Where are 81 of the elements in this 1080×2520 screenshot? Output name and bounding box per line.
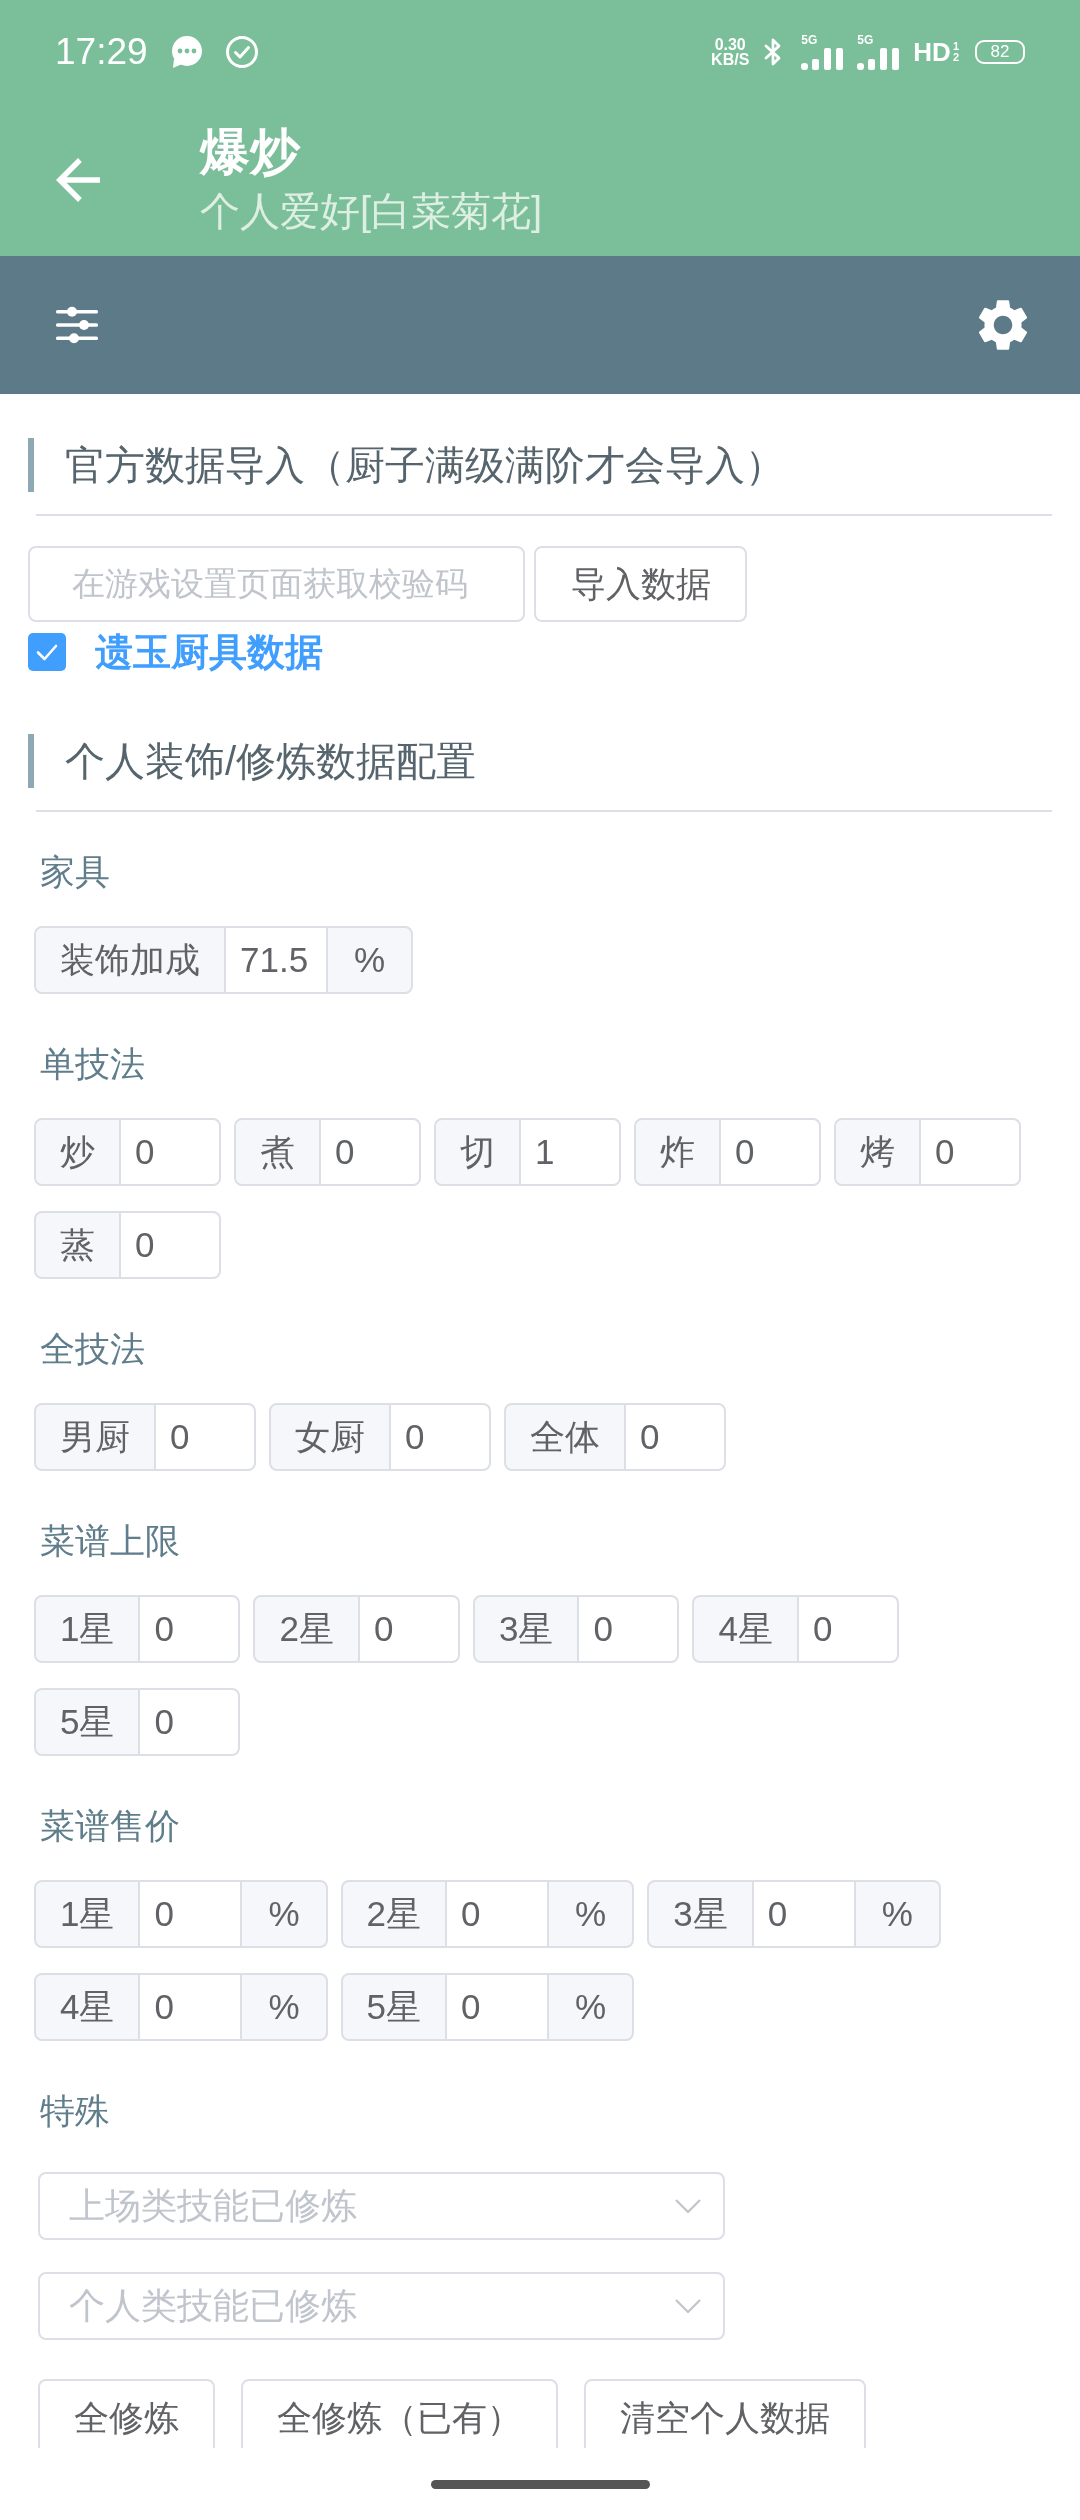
number-input[interactable]: 0 <box>921 1118 1021 1186</box>
action-button[interactable]: 全修炼 <box>38 2379 215 2448</box>
unit-label: % <box>853 1880 941 1948</box>
number-input[interactable]: 0 <box>753 1880 854 1948</box>
field-prefix-label: 1星 <box>34 1880 141 1948</box>
field-prefix-label: 5星 <box>340 1973 448 2041</box>
status-time: 17:29 <box>55 30 148 74</box>
field-prefix-label: 2星 <box>253 1595 360 1663</box>
section-heading: 个人装饰/修炼数据配置 <box>28 734 1052 788</box>
unit-label: % <box>326 926 414 994</box>
signal-icon <box>857 48 900 70</box>
group-label: 菜谱售价 <box>40 1805 180 1847</box>
sim-slot-label: 1 <box>952 41 959 52</box>
field-prefix-label: 全体 <box>504 1403 626 1471</box>
number-input[interactable]: 71.5 <box>226 926 326 994</box>
network-type-label: 5G <box>801 34 818 46</box>
field-prefix-label: 炒 <box>34 1118 121 1186</box>
field-prefix-label: 3星 <box>472 1595 580 1663</box>
group-label: 菜谱上限 <box>40 1520 180 1562</box>
number-input[interactable]: 0 <box>140 1688 241 1756</box>
action-button[interactable]: 全修炼（已有） <box>241 2379 558 2448</box>
group-label: 特殊 <box>40 2090 110 2132</box>
field-prefix-label: 2星 <box>340 1880 448 1948</box>
field-prefix-label: 切 <box>434 1118 521 1186</box>
field-prefix-label: 煮 <box>234 1118 321 1186</box>
action-button[interactable]: 清空个人数据 <box>584 2379 866 2448</box>
field-prefix-label: 蒸 <box>34 1211 121 1279</box>
number-input[interactable]: 0 <box>321 1118 421 1186</box>
number-input[interactable]: 0 <box>447 1880 548 1948</box>
checkbox[interactable] <box>28 633 66 671</box>
field-prefix-label: 4星 <box>34 1973 141 2041</box>
back-icon[interactable] <box>56 158 100 202</box>
number-input[interactable]: 0 <box>121 1211 221 1279</box>
field-prefix-label: 5星 <box>34 1688 141 1756</box>
unit-label: % <box>240 1880 328 1948</box>
page-subtitle: 个人爱好[白菜菊花] <box>200 188 543 235</box>
number-input[interactable]: 1 <box>521 1118 621 1186</box>
section-heading: 官方数据导入（厨子满级满阶才会导入） <box>28 438 1052 492</box>
group-label: 家具 <box>40 851 110 893</box>
number-input[interactable]: 0 <box>798 1595 899 1663</box>
unit-label: % <box>547 1973 635 2041</box>
chevron-down-icon <box>675 2299 701 2313</box>
battery-indicator: 82 <box>975 40 1025 64</box>
network-type-label: 5G <box>857 34 874 46</box>
check-circle-icon <box>224 35 259 69</box>
sliders-icon[interactable] <box>56 305 98 345</box>
field-prefix-label: 1星 <box>34 1595 141 1663</box>
number-input[interactable]: 0 <box>447 1973 548 2041</box>
field-prefix-label: 炸 <box>634 1118 721 1186</box>
field-prefix-label: 4星 <box>692 1595 799 1663</box>
number-input[interactable]: 0 <box>121 1118 221 1186</box>
number-input[interactable]: 0 <box>721 1118 821 1186</box>
signal-icon <box>801 48 844 70</box>
number-input[interactable]: 0 <box>140 1973 241 2041</box>
home-indicator[interactable] <box>430 2480 650 2489</box>
number-input[interactable]: 0 <box>140 1595 241 1663</box>
number-input[interactable]: 0 <box>579 1595 680 1663</box>
chevron-down-icon <box>675 2199 701 2213</box>
verification-code-input[interactable]: 在游戏设置页面获取校验码 <box>28 546 525 622</box>
group-label: 单技法 <box>40 1043 145 1085</box>
message-bubble-icon <box>169 35 204 69</box>
network-speed-value: 0.30 <box>714 37 746 52</box>
field-prefix-label: 3星 <box>647 1880 754 1948</box>
number-input[interactable]: 0 <box>140 1880 241 1948</box>
number-input[interactable]: 0 <box>391 1403 491 1471</box>
unit-label: % <box>547 1880 635 1948</box>
number-input[interactable]: 0 <box>156 1403 256 1471</box>
page-title: 爆炒 <box>200 123 300 181</box>
number-input[interactable]: 0 <box>626 1403 726 1471</box>
import-data-button[interactable]: 导入数据 <box>534 546 747 622</box>
group-label: 全技法 <box>40 1328 145 1370</box>
sim-slot-label: 2 <box>952 52 959 63</box>
hd-label: HD <box>913 38 951 66</box>
field-prefix-label: 男厨 <box>34 1403 156 1471</box>
field-prefix-label: 装饰加成 <box>34 926 226 994</box>
settings-icon[interactable] <box>978 300 1028 350</box>
network-speed-unit: KB/S <box>711 52 750 67</box>
number-input[interactable]: 0 <box>359 1595 460 1663</box>
unit-label: % <box>240 1973 328 2041</box>
field-prefix-label: 烤 <box>834 1118 921 1186</box>
field-prefix-label: 女厨 <box>269 1403 391 1471</box>
